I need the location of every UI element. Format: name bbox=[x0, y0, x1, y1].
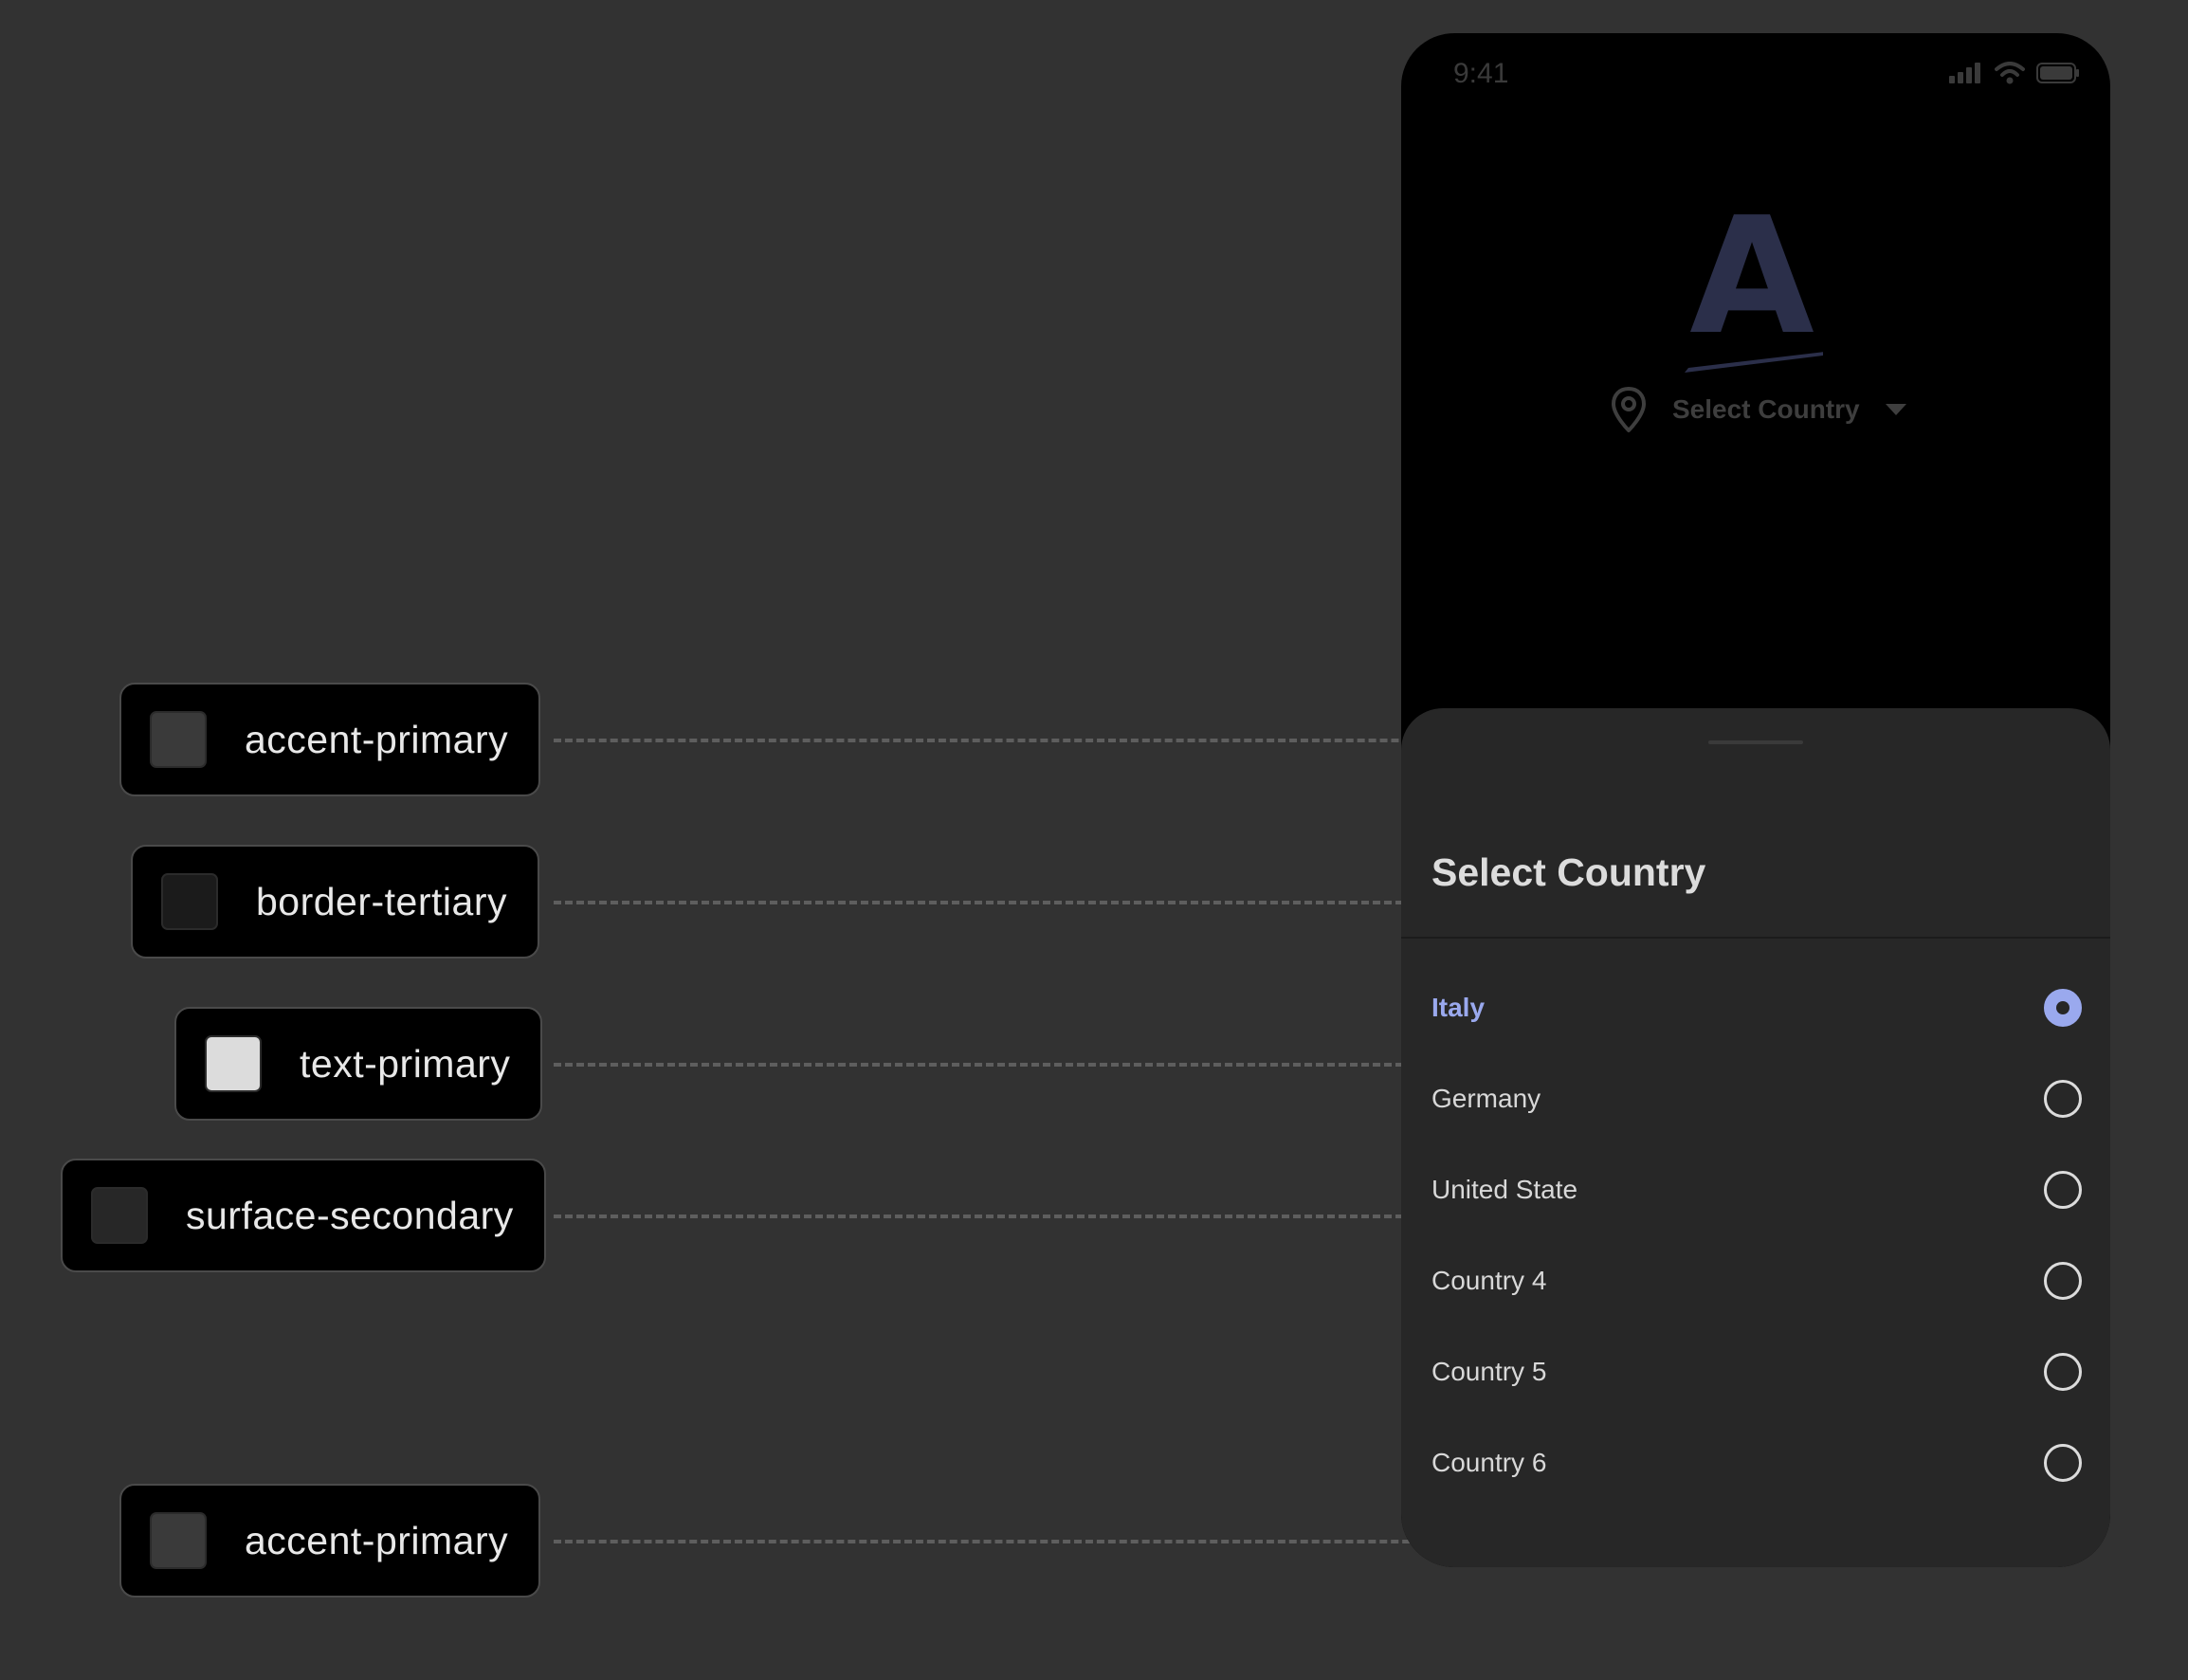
sheet-grabber[interactable] bbox=[1708, 740, 1803, 744]
map-pin-icon bbox=[1612, 387, 1646, 432]
country-option[interactable]: United State bbox=[1401, 1144, 2110, 1235]
token-label: text-primary bbox=[300, 1041, 511, 1086]
radio-icon[interactable] bbox=[2044, 1262, 2082, 1300]
color-swatch bbox=[161, 873, 218, 930]
token-chip-border-tertiary: border-tertiary bbox=[131, 845, 539, 959]
color-swatch bbox=[150, 1512, 207, 1569]
token-label: border-tertiary bbox=[256, 879, 507, 923]
bottom-sheet: Select Country Italy Germany United Stat… bbox=[1401, 708, 2110, 1567]
app-logo: A bbox=[1681, 175, 1825, 379]
connector-arrow bbox=[554, 887, 1433, 918]
token-chip-accent-primary: accent-primary bbox=[119, 683, 541, 796]
divider bbox=[1401, 937, 2110, 939]
radio-icon[interactable] bbox=[2044, 1171, 2082, 1209]
status-icons bbox=[1949, 62, 2080, 84]
country-option-label: Country 5 bbox=[1431, 1357, 1547, 1386]
token-label: accent-primary bbox=[245, 717, 509, 761]
country-option[interactable]: Country 4 bbox=[1401, 1235, 2110, 1326]
country-selector-label: Select Country bbox=[1672, 394, 1860, 424]
country-option-label: Italy bbox=[1431, 993, 1486, 1022]
country-selector[interactable]: Select Country bbox=[1610, 386, 1907, 433]
country-option-label: Country 4 bbox=[1431, 1266, 1547, 1295]
status-time: 9:41 bbox=[1453, 58, 1509, 89]
caret-down-icon bbox=[1885, 404, 1906, 415]
token-label: accent-primary bbox=[245, 1518, 509, 1562]
country-option[interactable]: Country 5 bbox=[1401, 1326, 2110, 1417]
token-chip-surface-secondary: surface-secondary bbox=[61, 1159, 546, 1272]
country-option[interactable]: Germany bbox=[1401, 1053, 2110, 1144]
connector-arrow bbox=[554, 1201, 1433, 1232]
color-swatch bbox=[205, 1035, 262, 1092]
country-option[interactable]: Country 6 bbox=[1401, 1417, 2110, 1508]
radio-icon[interactable] bbox=[2044, 1353, 2082, 1391]
phone-screen: 9:41 A Select Country Select Country Ita… bbox=[1401, 33, 2110, 1567]
country-option-label: United State bbox=[1431, 1175, 1578, 1204]
logo-letter: A bbox=[1689, 183, 1814, 371]
wifi-icon bbox=[1995, 62, 2025, 84]
color-swatch bbox=[150, 711, 207, 768]
country-option[interactable]: Italy bbox=[1401, 962, 2110, 1053]
signal-icon bbox=[1949, 63, 1980, 83]
token-chip-text-primary: text-primary bbox=[174, 1007, 543, 1121]
radio-selected-icon[interactable] bbox=[2044, 989, 2082, 1027]
sheet-title: Select Country bbox=[1431, 850, 1706, 894]
connector-arrow bbox=[554, 1050, 1433, 1080]
country-option-label: Germany bbox=[1431, 1084, 1541, 1113]
color-swatch bbox=[91, 1187, 148, 1244]
country-option-label: Country 6 bbox=[1431, 1448, 1547, 1477]
battery-icon bbox=[2036, 63, 2079, 83]
radio-icon[interactable] bbox=[2044, 1080, 2082, 1118]
radio-icon[interactable] bbox=[2044, 1444, 2082, 1482]
token-label: surface-secondary bbox=[186, 1193, 514, 1237]
token-chip-accent-primary: accent-primary bbox=[119, 1484, 541, 1598]
